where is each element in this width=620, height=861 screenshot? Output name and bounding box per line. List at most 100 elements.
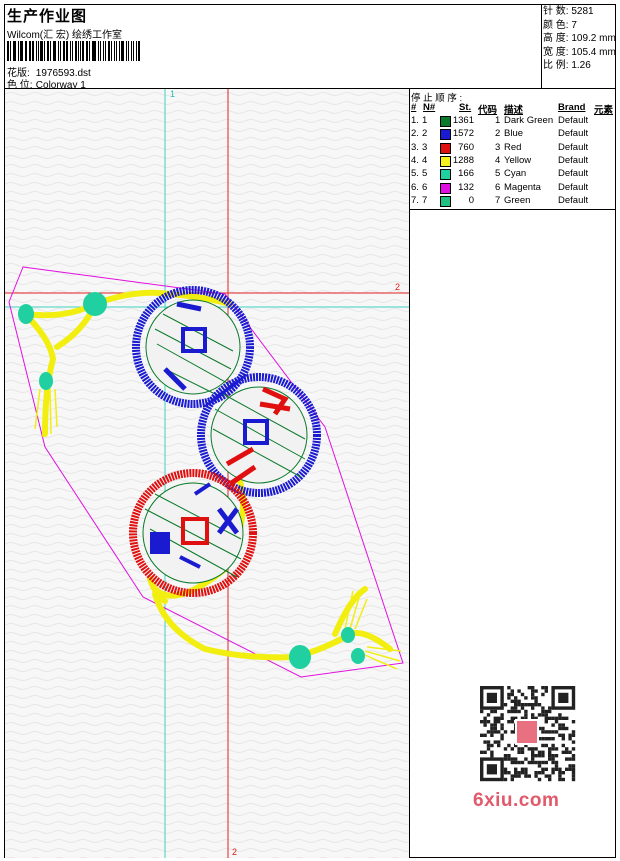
row-number: 7. <box>411 194 419 206</box>
qr-module <box>497 720 501 724</box>
qr-module <box>520 692 525 697</box>
qr-module <box>534 774 538 778</box>
qr-module <box>490 730 494 734</box>
qr-module <box>565 757 569 761</box>
qr-module <box>548 706 552 710</box>
stop-sequence-row[interactable]: 7. 7 0 7 Green Default <box>410 195 615 208</box>
qr-module <box>548 747 552 751</box>
barcode-bar <box>14 41 17 61</box>
qr-module <box>510 777 514 782</box>
qr-module <box>531 754 535 758</box>
stat-width: 宽 度: 105.4 mm <box>543 46 616 58</box>
qr-module <box>483 740 487 744</box>
barcode-bar <box>125 41 127 61</box>
stat-height: 高 度: 109.2 mm <box>543 33 616 44</box>
qr-module <box>551 737 555 741</box>
stop-sequence-row[interactable]: 2. 2 1572 2 Blue Default <box>410 128 615 141</box>
barcode-bar <box>130 41 133 61</box>
qr-module <box>558 777 562 782</box>
row-number: 4. <box>411 154 419 166</box>
row-code: 2 <box>495 128 501 140</box>
barcode-bar <box>119 41 121 61</box>
stop-sequence-row[interactable]: 4. 4 1288 4 Yellow Default <box>410 155 615 168</box>
barcode-bar <box>88 41 90 61</box>
qr-module <box>480 709 484 714</box>
barcode-image <box>7 41 142 61</box>
qr-module <box>527 686 531 690</box>
panel-divider <box>410 209 615 210</box>
qr-module <box>507 692 511 697</box>
qr-module <box>551 730 555 734</box>
stop-sequence-row[interactable]: 1. 1 1361 1 Dark Green Default <box>410 115 615 128</box>
qr-module <box>558 771 562 775</box>
stop-sequence-row[interactable]: 5. 5 166 5 Cyan Default <box>410 168 615 181</box>
qr-module <box>520 760 525 765</box>
col-num: # <box>411 102 417 113</box>
qr-module <box>510 709 514 714</box>
qr-module <box>571 771 576 775</box>
barcode-bar <box>37 41 39 61</box>
row-brand: Default <box>558 168 589 180</box>
qr-module <box>510 760 514 765</box>
qr-module <box>554 720 559 724</box>
qr-module <box>480 750 484 754</box>
qr-module <box>524 774 528 778</box>
qr-module <box>517 699 521 703</box>
stats-panel: 针 数: 5281 颜 色: 7 高 度: 109.2 mm 宽 度: 105.… <box>543 5 616 88</box>
stop-sequence-panel: 停 止 顺 序 : # N# St. 代码 描述 Brand 元素 1. 1 136… <box>410 89 615 209</box>
qr-module <box>568 764 572 768</box>
qr-module <box>493 730 497 734</box>
qr-module <box>571 767 576 771</box>
qr-module <box>554 747 559 751</box>
stat-stitches: 针 数: 5281 <box>543 6 594 17</box>
row-brand: Default <box>558 128 589 140</box>
qr-module <box>514 709 518 714</box>
design-preview-canvas[interactable]: 1 2 2 <box>5 89 409 858</box>
qr-module <box>497 730 501 734</box>
qr-module <box>551 760 555 765</box>
barcode-bar <box>121 41 124 61</box>
row-brand: Default <box>558 154 589 166</box>
qr-module <box>537 760 542 765</box>
qr-module <box>503 747 508 751</box>
row-description: Cyan <box>504 168 527 180</box>
row-brand: Default <box>558 194 589 206</box>
qr-module <box>541 730 545 734</box>
barcode-bar <box>49 41 51 61</box>
qr-module <box>541 737 545 741</box>
qr-module <box>510 730 514 734</box>
row-needle: 1 <box>422 115 428 126</box>
page-title: 生产作业图 <box>7 8 88 25</box>
qr-module <box>483 733 487 737</box>
guide-label-right: 2 <box>395 282 400 292</box>
qr-module <box>507 696 511 700</box>
qr-module <box>571 777 576 782</box>
row-code: 7 <box>495 194 501 206</box>
stop-sequence-row[interactable]: 3. 3 760 3 Red Default <box>410 142 615 155</box>
qr-module <box>514 703 518 707</box>
stop-sequence-row[interactable]: 6. 6 132 6 Magenta Default <box>410 182 615 195</box>
qr-module <box>507 771 511 775</box>
qr-module <box>541 713 545 717</box>
col-n: N# <box>423 102 436 113</box>
qr-code-image <box>480 686 576 782</box>
row-code: 3 <box>495 141 501 153</box>
qr-module <box>524 709 528 714</box>
qr-module <box>500 713 504 717</box>
qr-module <box>537 713 542 717</box>
qr-module <box>541 743 545 748</box>
qr-module <box>480 720 484 724</box>
qr-module <box>551 767 555 771</box>
qr-module <box>544 689 548 693</box>
row-description: Dark Green <box>504 115 554 126</box>
qr-module <box>565 747 569 751</box>
qr-module <box>524 703 528 707</box>
barcode-bar <box>136 41 138 61</box>
row-description: Red <box>504 141 522 153</box>
qr-module <box>510 692 514 697</box>
qr-module <box>517 703 521 707</box>
row-needle: 7 <box>422 194 428 206</box>
qr-module <box>527 774 531 778</box>
qr-module <box>531 760 535 765</box>
qr-module <box>486 713 491 717</box>
